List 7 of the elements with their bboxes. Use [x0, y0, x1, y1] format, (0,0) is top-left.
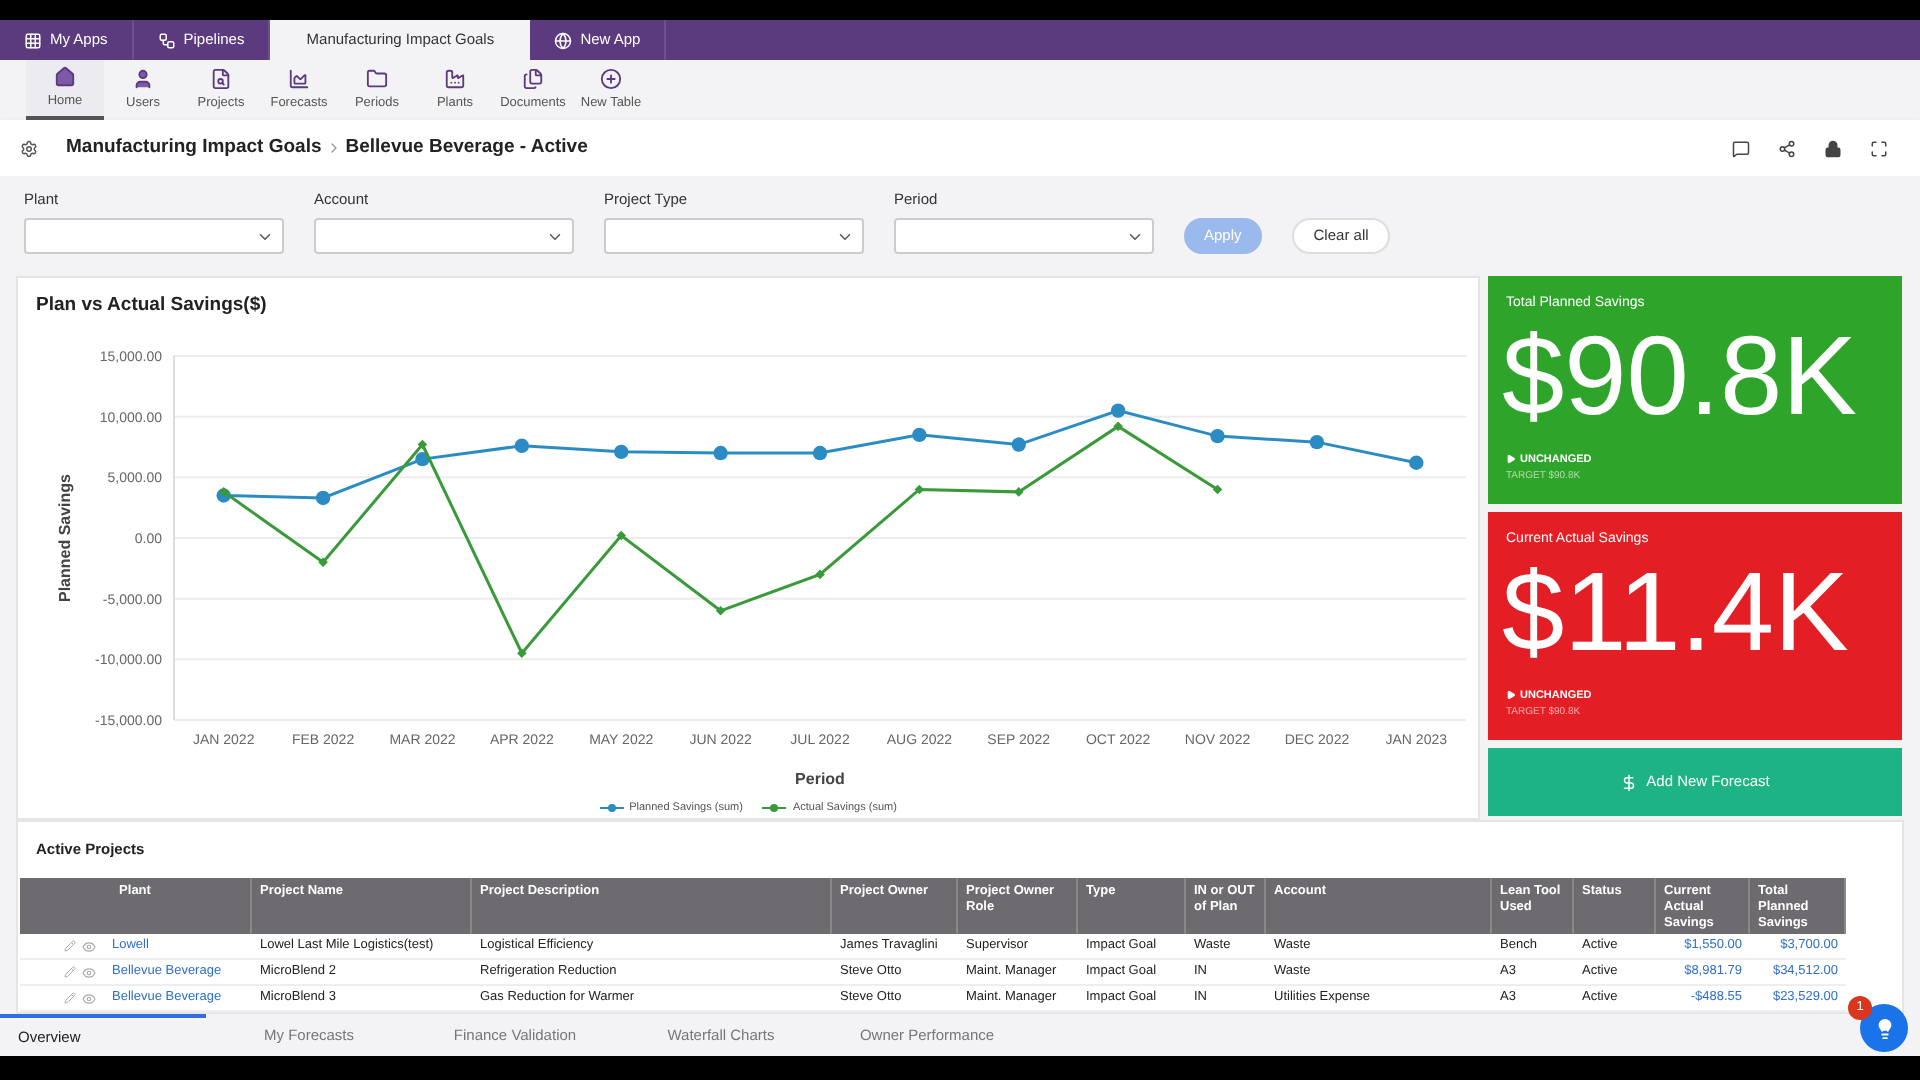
breadcrumb-link[interactable]: Manufacturing Impact Goals	[66, 133, 322, 163]
y-axis-title: Planned Savings	[56, 474, 74, 603]
page-title: Bellevue Beverage - Active	[345, 133, 588, 162]
chart-title: Plan vs Actual Savings($)	[34, 292, 269, 320]
kpi-value: $90.8K	[1502, 315, 1859, 435]
kpi-value: $11.4K	[1502, 551, 1851, 671]
x-axis-title: Period	[795, 770, 845, 789]
